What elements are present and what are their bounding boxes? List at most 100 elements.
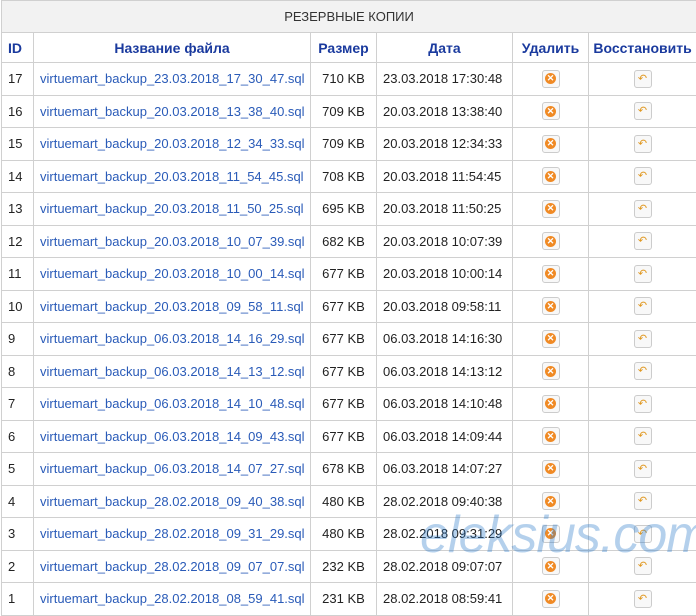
row-id: 11 bbox=[1, 257, 34, 291]
delete-button[interactable]: ✕ bbox=[541, 557, 560, 576]
row-date: 28.02.2018 09:07:07 bbox=[376, 549, 513, 583]
file-name-link[interactable]: virtuemart_backup_06.03.2018_14_10_48.sq… bbox=[40, 396, 305, 411]
restore-button[interactable]: ↶ bbox=[633, 199, 652, 218]
delete-button[interactable]: ✕ bbox=[541, 199, 560, 218]
restore-button[interactable]: ↶ bbox=[633, 69, 652, 88]
restore-button[interactable]: ↶ bbox=[633, 232, 652, 251]
file-name-link[interactable]: virtuemart_backup_06.03.2018_14_13_12.sq… bbox=[40, 364, 305, 379]
row-restore-cell: ↶ bbox=[587, 452, 696, 486]
file-name-link[interactable]: virtuemart_backup_20.03.2018_09_58_11.sq… bbox=[40, 299, 304, 314]
restore-button[interactable]: ↶ bbox=[633, 524, 652, 543]
delete-icon: ✕ bbox=[545, 235, 556, 247]
row-id: 8 bbox=[1, 354, 34, 388]
restore-button[interactable]: ↶ bbox=[633, 459, 652, 478]
restore-icon: ↶ bbox=[637, 202, 648, 215]
row-restore-cell: ↶ bbox=[587, 354, 696, 388]
file-name-link[interactable]: virtuemart_backup_28.02.2018_09_31_29.sq… bbox=[40, 526, 305, 541]
delete-button[interactable]: ✕ bbox=[541, 589, 560, 608]
row-restore-cell: ↶ bbox=[587, 549, 696, 583]
delete-icon: ✕ bbox=[545, 495, 556, 507]
delete-button[interactable]: ✕ bbox=[541, 329, 560, 348]
row-restore-cell: ↶ bbox=[587, 257, 696, 291]
file-name-link[interactable]: virtuemart_backup_20.03.2018_11_54_45.sq… bbox=[40, 169, 304, 184]
row-file-cell: virtuemart_backup_20.03.2018_09_58_11.sq… bbox=[33, 289, 311, 323]
file-name-link[interactable]: virtuemart_backup_06.03.2018_14_07_27.sq… bbox=[40, 461, 305, 476]
delete-button[interactable]: ✕ bbox=[541, 232, 560, 251]
restore-button[interactable]: ↶ bbox=[633, 427, 652, 446]
delete-icon: ✕ bbox=[545, 593, 556, 605]
restore-button[interactable]: ↶ bbox=[633, 264, 652, 283]
row-id: 10 bbox=[1, 289, 34, 323]
table-row: 1 virtuemart_backup_28.02.2018_08_59_41.s… bbox=[1, 582, 696, 616]
row-id: 4 bbox=[1, 484, 34, 518]
delete-button[interactable]: ✕ bbox=[541, 297, 560, 316]
row-delete-cell: ✕ bbox=[512, 322, 589, 356]
delete-icon: ✕ bbox=[545, 138, 556, 150]
restore-icon: ↶ bbox=[637, 170, 648, 183]
row-size: 677 KB bbox=[310, 257, 377, 291]
row-size: 695 KB bbox=[310, 192, 377, 226]
row-size: 678 KB bbox=[310, 452, 377, 486]
row-file-cell: virtuemart_backup_20.03.2018_12_34_33.sq… bbox=[33, 127, 311, 161]
delete-button[interactable]: ✕ bbox=[541, 427, 560, 446]
delete-button[interactable]: ✕ bbox=[541, 524, 560, 543]
delete-icon: ✕ bbox=[545, 398, 556, 410]
restore-button[interactable]: ↶ bbox=[633, 492, 652, 511]
delete-button[interactable]: ✕ bbox=[541, 134, 560, 153]
row-file-cell: virtuemart_backup_20.03.2018_10_07_39.sq… bbox=[33, 224, 311, 258]
delete-button[interactable]: ✕ bbox=[541, 264, 560, 283]
row-file-cell: virtuemart_backup_28.02.2018_09_40_38.sq… bbox=[33, 484, 311, 518]
restore-button[interactable]: ↶ bbox=[633, 134, 652, 153]
delete-button[interactable]: ✕ bbox=[541, 492, 560, 511]
row-date: 20.03.2018 13:38:40 bbox=[376, 94, 513, 128]
delete-button[interactable]: ✕ bbox=[541, 102, 560, 121]
file-name-link[interactable]: virtuemart_backup_28.02.2018_08_59_41.sq… bbox=[40, 591, 305, 606]
column-header-name[interactable]: Название файла bbox=[33, 32, 311, 63]
restore-button[interactable]: ↶ bbox=[633, 557, 652, 576]
file-name-link[interactable]: virtuemart_backup_20.03.2018_10_00_14.sq… bbox=[40, 266, 305, 281]
table-title: РЕЗЕРВНЫЕ КОПИИ bbox=[0, 0, 696, 33]
row-delete-cell: ✕ bbox=[512, 62, 589, 96]
row-file-cell: virtuemart_backup_06.03.2018_14_10_48.sq… bbox=[33, 387, 311, 421]
row-size: 677 KB bbox=[310, 354, 377, 388]
file-name-link[interactable]: virtuemart_backup_20.03.2018_11_50_25.sq… bbox=[40, 201, 304, 216]
row-restore-cell: ↶ bbox=[587, 289, 696, 323]
table-row: 7 virtuemart_backup_06.03.2018_14_10_48.s… bbox=[1, 387, 696, 421]
file-name-link[interactable]: virtuemart_backup_20.03.2018_12_34_33.sq… bbox=[40, 136, 305, 151]
row-file-cell: virtuemart_backup_20.03.2018_13_38_40.sq… bbox=[33, 94, 311, 128]
file-name-link[interactable]: virtuemart_backup_28.02.2018_09_07_07.sq… bbox=[40, 559, 305, 574]
restore-button[interactable]: ↶ bbox=[633, 167, 652, 186]
file-name-link[interactable]: virtuemart_backup_06.03.2018_14_09_43.sq… bbox=[40, 429, 305, 444]
file-name-link[interactable]: virtuemart_backup_20.03.2018_13_38_40.sq… bbox=[40, 104, 305, 119]
restore-button[interactable]: ↶ bbox=[633, 329, 652, 348]
file-name-link[interactable]: virtuemart_backup_20.03.2018_10_07_39.sq… bbox=[40, 234, 305, 249]
row-delete-cell: ✕ bbox=[512, 387, 589, 421]
delete-button[interactable]: ✕ bbox=[541, 69, 560, 88]
file-name-link[interactable]: virtuemart_backup_06.03.2018_14_16_29.sq… bbox=[40, 331, 305, 346]
row-id: 3 bbox=[1, 517, 34, 551]
delete-button[interactable]: ✕ bbox=[541, 362, 560, 381]
delete-button[interactable]: ✕ bbox=[541, 394, 560, 413]
row-file-cell: virtuemart_backup_06.03.2018_14_16_29.sq… bbox=[33, 322, 311, 356]
column-header-size[interactable]: Размер bbox=[310, 32, 377, 63]
table-row: 4 virtuemart_backup_28.02.2018_09_40_38.s… bbox=[1, 484, 696, 518]
restore-button[interactable]: ↶ bbox=[633, 297, 652, 316]
restore-button[interactable]: ↶ bbox=[633, 589, 652, 608]
row-id: 14 bbox=[1, 159, 34, 193]
row-restore-cell: ↶ bbox=[587, 322, 696, 356]
row-size: 232 KB bbox=[310, 549, 377, 583]
row-size: 709 KB bbox=[310, 127, 377, 161]
file-name-link[interactable]: virtuemart_backup_23.03.2018_17_30_47.sq… bbox=[40, 71, 305, 86]
restore-button[interactable]: ↶ bbox=[633, 102, 652, 121]
delete-icon: ✕ bbox=[545, 105, 556, 117]
file-name-link[interactable]: virtuemart_backup_28.02.2018_09_40_38.sq… bbox=[40, 494, 305, 509]
restore-button[interactable]: ↶ bbox=[633, 362, 652, 381]
column-header-date[interactable]: Дата bbox=[376, 32, 513, 63]
delete-button[interactable]: ✕ bbox=[541, 459, 560, 478]
row-date: 28.02.2018 09:31:29 bbox=[376, 517, 513, 551]
row-delete-cell: ✕ bbox=[512, 224, 589, 258]
row-id: 16 bbox=[1, 94, 34, 128]
delete-button[interactable]: ✕ bbox=[541, 167, 560, 186]
table-row: 12 virtuemart_backup_20.03.2018_10_07_39.… bbox=[1, 224, 696, 258]
restore-button[interactable]: ↶ bbox=[633, 394, 652, 413]
